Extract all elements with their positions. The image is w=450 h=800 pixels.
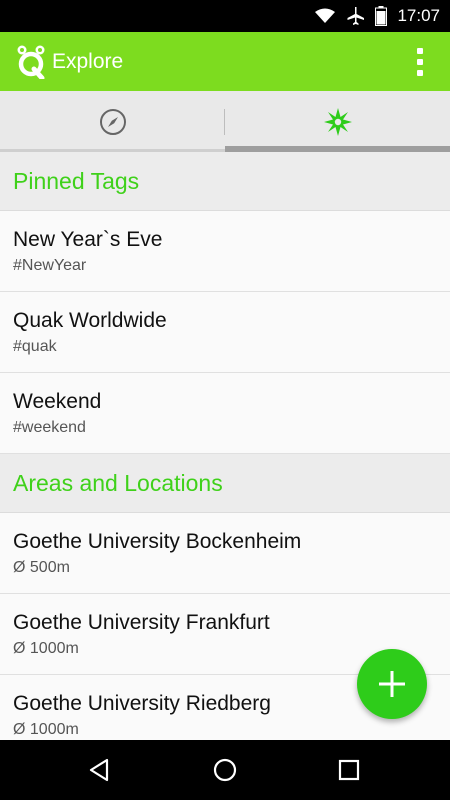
- nav-back-button[interactable]: [69, 740, 129, 800]
- item-subtitle: #NewYear: [13, 257, 87, 274]
- list-item-tag[interactable]: New Year`s Eve #NewYear: [0, 211, 450, 292]
- nav-home-button[interactable]: [195, 740, 255, 800]
- section-title: Areas and Locations: [13, 469, 223, 496]
- item-subtitle: #quak: [13, 338, 57, 355]
- back-triangle-icon: [89, 758, 109, 782]
- status-bar: 17:07: [0, 0, 450, 32]
- wifi-icon: [315, 8, 336, 23]
- tab-bar: [0, 91, 450, 152]
- airplane-icon: [347, 7, 365, 25]
- item-title: Weekend: [13, 390, 102, 413]
- compass-icon: [99, 108, 126, 135]
- item-subtitle: Ø 1000m: [13, 721, 79, 738]
- tab-explore-compass[interactable]: [0, 91, 225, 152]
- section-header-pinned-tags: Pinned Tags: [0, 152, 450, 211]
- item-subtitle: Ø 500m: [13, 559, 70, 576]
- page-title: Explore: [52, 50, 124, 73]
- item-title: Goethe University Frankfurt: [13, 611, 270, 634]
- list-item-location[interactable]: Goethe University Bockenheim Ø 500m: [0, 513, 450, 594]
- app-logo-icon: [17, 45, 45, 79]
- menu-dot-icon: [417, 59, 423, 65]
- section-title: Pinned Tags: [13, 167, 140, 194]
- tab-explore-tags[interactable]: [225, 91, 450, 152]
- system-nav-bar: [0, 740, 450, 800]
- item-subtitle: #weekend: [13, 419, 86, 436]
- status-time: 17:07: [397, 6, 440, 25]
- item-title: Quak Worldwide: [13, 309, 167, 332]
- plus-icon: [379, 671, 405, 697]
- menu-dot-icon: [417, 70, 423, 76]
- battery-icon: [375, 6, 388, 26]
- menu-dot-icon: [417, 48, 423, 54]
- section-header-areas-locations: Areas and Locations: [0, 454, 450, 513]
- status-icons: 17:07: [315, 0, 440, 32]
- star-burst-icon: [323, 107, 352, 136]
- app-bar: Explore: [0, 32, 450, 91]
- list-item-tag[interactable]: Quak Worldwide #quak: [0, 292, 450, 373]
- home-circle-icon: [213, 758, 237, 782]
- add-button[interactable]: [357, 649, 427, 719]
- nav-recents-button[interactable]: [319, 740, 379, 800]
- overflow-menu-button[interactable]: [412, 48, 428, 76]
- item-title: New Year`s Eve: [13, 228, 163, 251]
- recents-square-icon: [338, 759, 360, 781]
- list-item-tag[interactable]: Weekend #weekend: [0, 373, 450, 454]
- item-title: Goethe University Bockenheim: [13, 530, 302, 553]
